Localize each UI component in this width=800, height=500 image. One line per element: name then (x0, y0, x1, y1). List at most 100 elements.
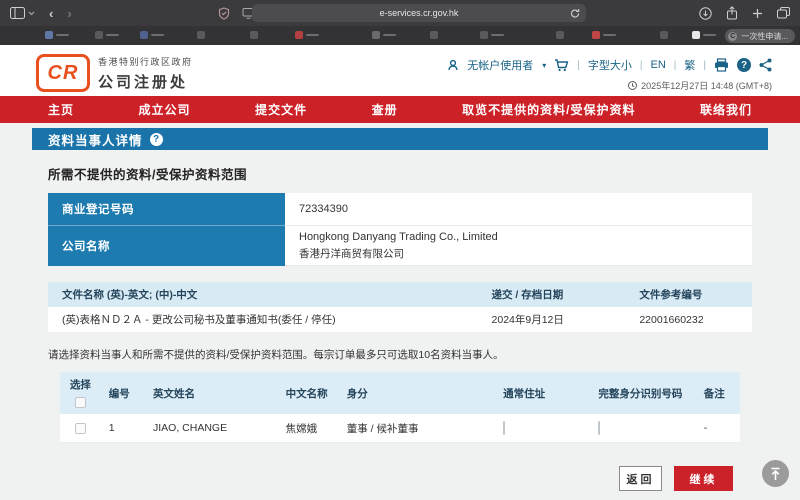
doc-date: 2024年9月12日 (492, 312, 640, 327)
forward-icon[interactable]: › (67, 7, 71, 20)
nav-search[interactable]: 查册 (372, 101, 398, 118)
timestamp: 2025年12月27日 14:48 (GMT+8) (641, 79, 772, 92)
col-doc-ref: 文件参考编号 (639, 287, 752, 302)
reload-icon[interactable] (570, 8, 580, 19)
cart-icon[interactable] (554, 59, 569, 72)
page-content: 资料当事人详情 ? 所需不提供的资料/受保护资料范围 商业登记号码 723343… (0, 123, 800, 500)
url-text: e-services.cr.gov.hk (380, 8, 459, 18)
doc-ref: 22001660232 (639, 314, 752, 326)
col-capacity: 身分 (339, 372, 495, 414)
select-all-checkbox[interactable] (75, 397, 86, 408)
company-name-zh: 香港丹洋商贸有限公司 (299, 246, 752, 261)
table-row: (英)表格ＮＤ２Ａ - 更改公司秘书及董事通知书(委任 / 停任) 2024年9… (48, 307, 752, 332)
help-icon[interactable]: ? (737, 58, 751, 72)
col-doc-date: 递交 / 存档日期 (492, 287, 640, 302)
col-name-en: 英文姓名 (145, 372, 278, 414)
company-name-en: Hongkong Danyang Trading Co., Limited (299, 231, 752, 243)
company-info-table: 商业登记号码 72334390 公司名称 Hongkong Danyang Tr… (48, 193, 752, 266)
bookmark-favicon[interactable] (140, 31, 148, 39)
bookmark-favicon[interactable] (430, 31, 438, 39)
bookmark-favicon[interactable] (692, 31, 700, 39)
site-header: CR 香港特别行政区政府 公司注册处 无帐户使用者 ▾ | 字型大小 | EN |… (0, 45, 800, 96)
nav-withheld-info[interactable]: 取览不提供的资料/受保护资料 (462, 101, 635, 118)
bookmark-favicon[interactable] (295, 31, 303, 39)
bookmark-favicon[interactable] (95, 31, 103, 39)
back-icon[interactable]: ‹ (49, 7, 53, 20)
lang-traditional[interactable]: 繁 (684, 57, 695, 73)
col-select: 选择 (70, 377, 91, 392)
nav-incorporation[interactable]: 成立公司 (139, 101, 191, 118)
print-icon[interactable] (714, 58, 729, 72)
divider: | (577, 60, 580, 71)
table-row: 商业登记号码 72334390 (48, 193, 752, 226)
divider: | (703, 60, 706, 71)
data-subject-table-header: 选择 编号 英文姓名 中文名称 身分 通常住址 完整身分识别号码 备注 (60, 372, 740, 414)
font-size-control[interactable]: 字型大小 (588, 57, 632, 73)
user-menu-caret-icon: ▾ (542, 61, 546, 70)
share-icon[interactable] (726, 6, 738, 20)
nav-contact[interactable]: 联络我们 (700, 101, 752, 118)
bookmarks-bar (0, 26, 800, 45)
brn-value: 72334390 (299, 203, 752, 215)
chevron-down-icon (28, 11, 35, 16)
table-row: 公司名称 Hongkong Danyang Trading Co., Limit… (48, 226, 752, 266)
tab-overview-icon[interactable] (777, 7, 790, 19)
department-title: 香港特别行政区政府 公司注册处 (98, 55, 193, 92)
user-icon (447, 59, 459, 71)
instruction-text: 请选择资料当事人和所需不提供的资料/受保护资料范围。每宗订单最多只可选取10名资… (48, 347, 504, 362)
document-table: 文件名称 (英)-英文; (中)-中文 递交 / 存档日期 文件参考编号 (英)… (48, 282, 752, 332)
col-remark: 备注 (696, 372, 740, 414)
user-menu[interactable]: 无帐户使用者 (467, 57, 533, 73)
bookmark-favicon[interactable] (45, 31, 53, 39)
nav-filing[interactable]: 提交文件 (255, 101, 307, 118)
row-remark: - (696, 422, 740, 434)
divider: | (674, 60, 677, 71)
sidebar-icon[interactable] (10, 7, 35, 19)
address-checkbox[interactable] (503, 421, 505, 435)
id-number-checkbox[interactable] (598, 421, 600, 435)
lang-en[interactable]: EN (651, 59, 666, 71)
page-help-icon[interactable]: ? (150, 133, 163, 146)
downloads-icon[interactable] (699, 7, 712, 20)
cr-logo[interactable]: CR (36, 54, 90, 92)
back-button[interactable]: 返回 (619, 466, 662, 491)
share-page-icon[interactable] (759, 58, 772, 72)
row-number: 1 (101, 422, 145, 434)
doc-name: (英)表格ＮＤ２Ａ - 更改公司秘书及董事通知书(委任 / 停任) (48, 312, 492, 327)
row-select-checkbox[interactable] (75, 423, 86, 434)
bookmark-favicon[interactable] (556, 31, 564, 39)
continue-button[interactable]: 继续 (674, 466, 733, 491)
bookmark-favicon[interactable] (660, 31, 668, 39)
row-name-zh: 焦嫦娥 (278, 421, 339, 436)
bookmark-favicon[interactable] (592, 31, 600, 39)
address-bar[interactable]: e-services.cr.gov.hk (252, 4, 586, 22)
col-id-number: 完整身分识别号码 (590, 372, 695, 414)
company-name-label: 公司名称 (48, 226, 285, 266)
gov-line: 香港特别行政区政府 (98, 55, 193, 68)
arrow-up-icon (769, 467, 782, 481)
nav-home[interactable]: 主页 (48, 101, 74, 118)
extension-shield-icon[interactable] (218, 7, 230, 20)
page-title-bar: 资料当事人详情 ? (32, 128, 768, 150)
col-address: 通常住址 (495, 372, 590, 414)
clock-icon (628, 81, 637, 90)
document-table-header: 文件名称 (英)-英文; (中)-中文 递交 / 存档日期 文件参考编号 (48, 282, 752, 307)
col-name-zh: 中文名称 (278, 372, 339, 414)
dept-name: 公司注册处 (98, 71, 193, 92)
data-subject-table: 选择 编号 英文姓名 中文名称 身分 通常住址 完整身分识别号码 备注 1 JI… (60, 372, 740, 443)
col-doc-name: 文件名称 (英)-英文; (中)-中文 (48, 287, 492, 302)
bookmark-favicon[interactable] (372, 31, 380, 39)
pinned-tab-favicon: C (728, 32, 737, 41)
bookmark-favicon[interactable] (480, 31, 488, 39)
bookmark-favicon[interactable] (197, 31, 205, 39)
new-tab-icon[interactable] (752, 8, 763, 19)
browser-toolbar: ‹ › e-services.cr.gov.hk (0, 0, 800, 26)
bookmark-favicon[interactable] (250, 31, 258, 39)
section-heading: 所需不提供的资料/受保护资料范围 (48, 164, 247, 183)
main-nav: 主页 成立公司 提交文件 查册 取览不提供的资料/受保护资料 联络我们 (0, 96, 800, 123)
scroll-to-top-button[interactable] (762, 460, 789, 487)
pinned-tab[interactable]: C 一次性申请... (725, 29, 795, 43)
row-capacity: 董事 / 候补董事 (339, 421, 495, 436)
col-number: 编号 (101, 372, 145, 414)
page-title: 资料当事人详情 (48, 130, 143, 149)
